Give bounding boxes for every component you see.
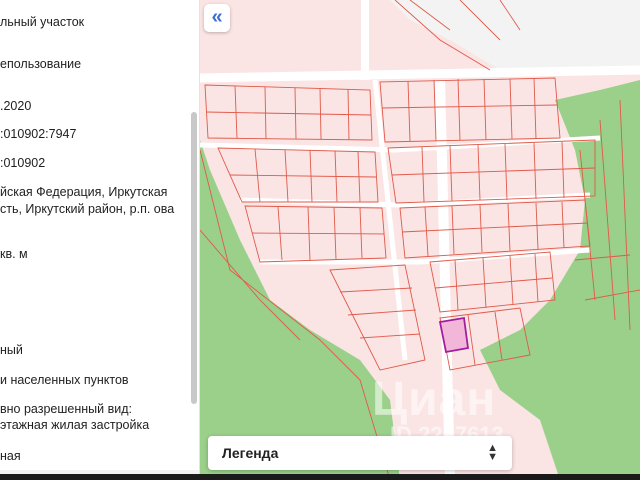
usage-row: епользование bbox=[0, 57, 82, 71]
permitted-use-value: этажная жилая застройка bbox=[0, 418, 150, 432]
info-panel: льный участок епользование .2020 :010902… bbox=[0, 0, 200, 480]
collapse-panel-button[interactable]: « bbox=[204, 4, 230, 32]
permitted-use-label: вно разрешенный вид: bbox=[0, 402, 132, 416]
chevron-down-icon: ▼ bbox=[487, 451, 498, 463]
ownership-row: ная bbox=[0, 449, 21, 463]
legend-dropdown[interactable]: Легенда ▲ ▼ bbox=[208, 436, 512, 470]
cadastral-quarter-row: :010902 bbox=[0, 156, 46, 170]
land-type-row: и населенных пунктов bbox=[0, 373, 129, 387]
legend-label: Легенда bbox=[222, 445, 279, 461]
address-row: йская Федерация, Иркутская сть, Иркутски… bbox=[0, 185, 175, 216]
cadastral-map[interactable]: Циан ID 2257613 bbox=[200, 0, 640, 480]
date-row: .2020 bbox=[0, 99, 32, 113]
panel-scrollbar[interactable] bbox=[191, 112, 197, 404]
status-row: ный bbox=[0, 343, 23, 357]
bottom-status-strip bbox=[0, 474, 640, 480]
selected-parcel[interactable] bbox=[438, 316, 470, 354]
double-chevron-left-icon: « bbox=[211, 6, 223, 28]
cadastral-number-row: :010902:7947 bbox=[0, 127, 77, 141]
up-down-chevron-icon: ▲ ▼ bbox=[487, 443, 498, 463]
area-row: кв. м bbox=[0, 247, 28, 261]
land-category-row: льный участок bbox=[0, 15, 85, 29]
watermark-brand: Циан bbox=[372, 373, 497, 426]
